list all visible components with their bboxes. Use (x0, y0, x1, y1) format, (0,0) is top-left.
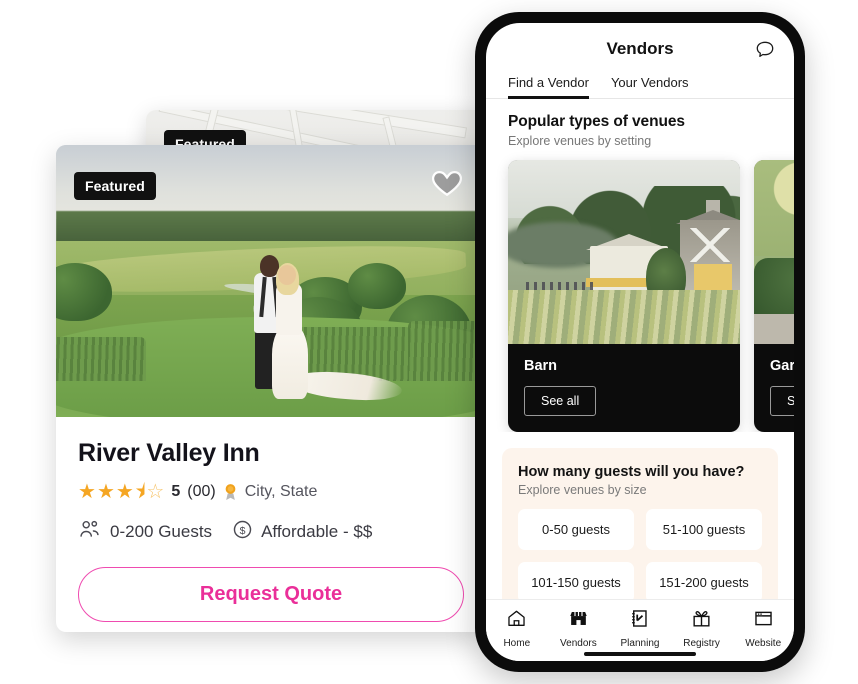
venue-location: City, State (244, 483, 318, 500)
barn-photo (508, 160, 740, 344)
rating-value: 5 (171, 483, 181, 500)
guest-option-101-150[interactable]: 101-150 guests (518, 562, 634, 603)
phone-mockup: Vendors Find a Vendor Your Vendors Popul… (475, 12, 805, 672)
star-icon: ★ (78, 481, 96, 503)
vendor-tabs: Find a Vendor Your Vendors (486, 75, 794, 99)
dollar-circle-icon: $ (232, 519, 253, 545)
screenshot-stage: Featured Featured River Valley Inn ★ ★ ★… (0, 0, 858, 684)
chat-bubble-icon[interactable] (754, 39, 776, 61)
venue-rating-row: ★ ★ ★ ⯨ ☆ 5 (00) City, State (78, 482, 464, 502)
nav-label: Vendors (560, 638, 597, 649)
star-half-icon: ⯨ (134, 481, 146, 503)
nav-item-planning[interactable]: Planning (611, 608, 669, 649)
venue-details-row: 0-200 Guests $ Affordable - $$ (78, 519, 464, 545)
guest-option-0-50[interactable]: 0-50 guests (518, 509, 634, 550)
nav-label: Website (745, 638, 782, 649)
wedding-couple (234, 251, 403, 404)
people-icon (78, 520, 102, 544)
featured-badge: Featured (74, 172, 156, 200)
nav-item-home[interactable]: Home (488, 608, 546, 649)
app-header: Vendors (486, 23, 794, 75)
phone-screen: Vendors Find a Vendor Your Vendors Popul… (486, 23, 794, 661)
page-title: Vendors (606, 39, 674, 58)
guest-option-51-100[interactable]: 51-100 guests (646, 509, 762, 550)
venues-section-subtitle: Explore venues by setting (508, 134, 652, 148)
venues-section-title: Popular types of venues (508, 113, 685, 130)
venue-name: River Valley Inn (78, 439, 260, 467)
browser-window-icon (753, 608, 774, 634)
tree-cluster (348, 263, 406, 309)
venue-card[interactable]: Featured River Valley Inn ★ ★ ★ ⯨ ☆ 5 (0… (56, 145, 486, 632)
storefront-icon (568, 608, 589, 634)
nav-item-registry[interactable]: Registry (673, 608, 731, 649)
star-rating: ★ ★ ★ ⯨ ☆ (78, 482, 164, 502)
heart-icon[interactable] (430, 165, 464, 199)
venue-price: $ Affordable - $$ (232, 519, 372, 545)
venue-hero-image: Featured (56, 145, 486, 417)
guest-panel-subtitle: Explore venues by size (518, 483, 647, 497)
capacity-label: 0-200 Guests (110, 522, 213, 541)
venue-type-carousel[interactable]: Barn See all Garden See all (486, 148, 794, 432)
scrub-brush (56, 337, 146, 381)
notebook-check-icon (629, 608, 650, 634)
request-quote-button[interactable]: Request Quote (78, 567, 464, 622)
venues-section-header: Popular types of venues Explore venues b… (486, 99, 794, 148)
guest-option-151-200[interactable]: 151-200 guests (646, 562, 762, 603)
garden-photo (754, 160, 794, 344)
home-icon (506, 608, 527, 634)
star-icon: ★ (115, 481, 134, 503)
venue-type-name: Barn (524, 358, 558, 374)
venue-type-name: Garden (770, 358, 794, 374)
see-all-button-garden[interactable]: See all (770, 386, 794, 416)
venue-type-card-garden[interactable]: Garden See all (754, 160, 794, 432)
star-icon: ★ (96, 481, 115, 503)
see-all-button-barn[interactable]: See all (524, 386, 597, 416)
barn-card-footer: Barn See all (508, 344, 740, 432)
guest-panel-title: How many guests will you have? (518, 464, 745, 480)
guest-count-panel: How many guests will you have? Explore v… (502, 448, 778, 617)
price-label: Affordable - $$ (261, 522, 373, 541)
home-indicator (584, 652, 696, 656)
review-count: (00) (187, 483, 216, 500)
tab-your-vendors[interactable]: Your Vendors (611, 75, 689, 98)
nav-item-website[interactable]: Website (734, 608, 792, 649)
nav-label: Planning (620, 638, 660, 649)
venue-type-card-barn[interactable]: Barn See all (508, 160, 740, 432)
star-empty-icon: ☆ (146, 481, 165, 503)
venue-card-body: River Valley Inn ★ ★ ★ ⯨ ☆ 5 (00) City, … (56, 417, 486, 622)
nav-item-vendors[interactable]: Vendors (549, 608, 607, 649)
guest-count-options: 0-50 guests 51-100 guests 101-150 guests… (518, 509, 762, 603)
garden-card-footer: Garden See all (754, 344, 794, 432)
treeline (56, 211, 486, 245)
tab-find-a-vendor[interactable]: Find a Vendor (508, 75, 589, 99)
award-rosette-icon (223, 483, 238, 502)
gift-icon (691, 608, 712, 634)
nav-label: Home (503, 638, 531, 649)
svg-text:$: $ (240, 525, 246, 537)
nav-label: Registry (683, 638, 720, 649)
venue-capacity: 0-200 Guests (78, 520, 212, 544)
